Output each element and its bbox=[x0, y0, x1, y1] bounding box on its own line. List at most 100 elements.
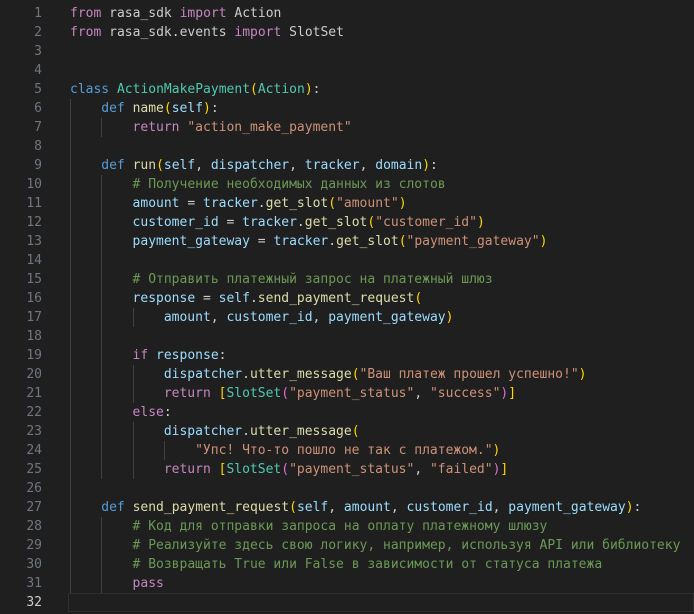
code-line[interactable]: 19 if response: bbox=[0, 346, 694, 365]
code-line[interactable]: 14 bbox=[0, 251, 694, 270]
code-text[interactable]: amount, customer_id, payment_gateway) bbox=[164, 308, 454, 327]
line-number: 12 bbox=[26, 215, 42, 230]
code-token: get_slot bbox=[265, 196, 329, 211]
code-token: import bbox=[179, 6, 227, 21]
code-token: utter_message bbox=[249, 424, 352, 439]
code-token: ) bbox=[539, 234, 548, 249]
code-text[interactable]: # Получение необходимых данных из слотов bbox=[133, 175, 446, 194]
code-token: : bbox=[163, 405, 172, 420]
code-line[interactable]: 20 dispatcher.utter_message("Ваш платеж п… bbox=[0, 365, 694, 384]
code-text[interactable]: customer_id = tracker.get_slot("customer… bbox=[133, 213, 485, 232]
code-line[interactable]: 7 return "action_make_payment" bbox=[0, 118, 694, 137]
code-line[interactable]: 28 # Код для отправки запроса на оплату п… bbox=[0, 517, 694, 536]
code-token: from bbox=[70, 6, 102, 21]
code-text[interactable]: if response: bbox=[133, 346, 227, 365]
code-line[interactable]: 12 customer_id = tracker.get_slot("custom… bbox=[0, 213, 694, 232]
code-line[interactable]: 6 def name(self): bbox=[0, 99, 694, 118]
code-line[interactable]: 24 "Упс! Что-то пошло не так с платежом."… bbox=[0, 441, 694, 460]
code-text[interactable]: # Код для отправки запроса на оплату пла… bbox=[133, 517, 548, 536]
code-text[interactable]: from rasa_sdk import Action bbox=[70, 4, 281, 23]
code-token: "Ваш платеж прошел успешно!" bbox=[359, 367, 579, 382]
code-token: run bbox=[132, 158, 157, 173]
line-number: 22 bbox=[26, 405, 42, 420]
code-token: customer_id bbox=[132, 215, 219, 230]
code-token: # Код для отправки запроса на оплату пла… bbox=[132, 519, 548, 534]
code-line[interactable]: 30 # Возвращать True или False в зависимо… bbox=[0, 555, 694, 574]
code-text[interactable]: # Отправить платежный запрос на платежны… bbox=[133, 270, 493, 289]
line-number: 9 bbox=[34, 158, 42, 173]
indent-guide bbox=[70, 156, 71, 175]
code-text[interactable]: "Упс! Что-то пошло не так с платежом.") bbox=[195, 441, 500, 460]
code-text[interactable]: def name(self): bbox=[101, 99, 218, 118]
code-line[interactable]: 21 return [SlotSet("payment_status", "suc… bbox=[0, 384, 694, 403]
code-editor[interactable]: 1 from rasa_sdk import Action 2 from rasa_s… bbox=[0, 0, 694, 614]
code-text[interactable]: return [SlotSet("payment_status", "succe… bbox=[164, 384, 516, 403]
line-number: 6 bbox=[34, 101, 42, 116]
code-text[interactable]: # Возвращать True или False в зависимост… bbox=[133, 555, 603, 574]
code-line[interactable]: 18 bbox=[0, 327, 694, 346]
line-number: 1 bbox=[34, 6, 42, 21]
code-line[interactable]: 17 amount, customer_id, payment_gateway) bbox=[0, 308, 694, 327]
code-text[interactable]: return "action_make_payment" bbox=[133, 118, 352, 137]
code-token: domain bbox=[375, 158, 423, 173]
indent-guide bbox=[101, 460, 103, 479]
code-line[interactable]: 32 bbox=[0, 593, 694, 612]
code-text[interactable]: payment_gateway = tracker.get_slot("paym… bbox=[133, 232, 548, 251]
line-number: 32 bbox=[26, 595, 42, 610]
code-text[interactable]: # Реализуйте здесь свою логику, например… bbox=[133, 536, 681, 555]
code-text[interactable]: from rasa_sdk.events import SlotSet bbox=[70, 23, 344, 42]
code-line[interactable]: 1 from rasa_sdk import Action bbox=[0, 4, 694, 23]
indent-guide bbox=[70, 194, 71, 213]
indent-guide bbox=[70, 137, 71, 156]
code-text[interactable]: dispatcher.utter_message("Ваш платеж про… bbox=[164, 365, 587, 384]
code-token: "payment_status" bbox=[289, 462, 415, 477]
code-token: # Отправить платежный запрос на платежны… bbox=[132, 272, 493, 287]
code-token: : bbox=[210, 101, 219, 116]
code-text[interactable]: pass bbox=[133, 574, 164, 593]
code-line[interactable]: 13 payment_gateway = tracker.get_slot("pa… bbox=[0, 232, 694, 251]
code-line[interactable]: 31 pass bbox=[0, 574, 694, 593]
code-line[interactable]: 25 return [SlotSet("payment_status", "fai… bbox=[0, 460, 694, 479]
code-line[interactable]: 8 bbox=[0, 137, 694, 156]
code-line[interactable]: 4 bbox=[0, 61, 694, 80]
code-lines[interactable]: 1 from rasa_sdk import Action 2 from rasa_s… bbox=[0, 4, 694, 612]
code-token: tracker bbox=[273, 234, 329, 249]
code-line[interactable]: 2 from rasa_sdk.events import SlotSet bbox=[0, 23, 694, 42]
code-line[interactable]: 23 dispatcher.utter_message( bbox=[0, 422, 694, 441]
code-text[interactable]: def send_payment_request(self, amount, c… bbox=[101, 498, 641, 517]
indent-guide bbox=[101, 270, 103, 289]
code-line[interactable]: 9 def run(self, dispatcher, tracker, doma… bbox=[0, 156, 694, 175]
code-line[interactable]: 16 response = self.send_payment_request( bbox=[0, 289, 694, 308]
code-line[interactable]: 26 bbox=[0, 479, 694, 498]
code-token: ) bbox=[476, 215, 485, 230]
code-token: : bbox=[633, 500, 642, 515]
code-text[interactable]: amount = tracker.get_slot("amount") bbox=[133, 194, 407, 213]
code-token: ( bbox=[163, 101, 172, 116]
code-line[interactable]: 5 class ActionMakePayment(Action): bbox=[0, 80, 694, 99]
code-line[interactable]: 11 amount = tracker.get_slot("amount") bbox=[0, 194, 694, 213]
code-text[interactable]: return [SlotSet("payment_status", "faile… bbox=[164, 460, 508, 479]
code-token: "payment_gateway" bbox=[406, 234, 540, 249]
code-text[interactable]: response = self.send_payment_request( bbox=[133, 289, 423, 308]
code-text[interactable]: class ActionMakePayment(Action): bbox=[70, 80, 320, 99]
code-line[interactable]: 29 # Реализуйте здесь свою логику, наприм… bbox=[0, 536, 694, 555]
code-text[interactable]: dispatcher.utter_message( bbox=[164, 422, 360, 441]
indent-guide bbox=[101, 555, 103, 574]
code-line[interactable]: 10 # Получение необходимых данных из слот… bbox=[0, 175, 694, 194]
code-line[interactable]: 15 # Отправить платежный запрос на платеж… bbox=[0, 270, 694, 289]
code-token: ( bbox=[351, 367, 360, 382]
code-line[interactable]: 22 else: bbox=[0, 403, 694, 422]
code-line[interactable]: 3 bbox=[0, 42, 694, 61]
code-token: self bbox=[296, 500, 329, 515]
indent-guide bbox=[70, 327, 71, 346]
code-token: self bbox=[171, 101, 204, 116]
code-text[interactable]: else: bbox=[133, 403, 172, 422]
code-token: : bbox=[312, 82, 321, 97]
code-token: SlotSet bbox=[226, 386, 282, 401]
code-line[interactable]: 27 def send_payment_request(self, amount,… bbox=[0, 498, 694, 517]
indent-guide bbox=[101, 441, 103, 460]
indent-guide bbox=[101, 384, 103, 403]
code-text[interactable]: def run(self, dispatcher, tracker, domai… bbox=[101, 156, 438, 175]
